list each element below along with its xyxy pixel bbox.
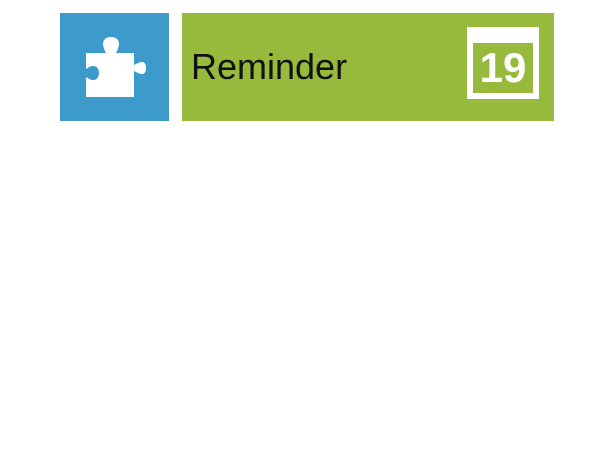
puzzle-piece-icon	[86, 37, 146, 97]
calendar-day-number: 19	[479, 44, 527, 91]
reminder-title: Reminder	[191, 46, 348, 87]
calendar-icon: 19	[467, 27, 539, 99]
reminder-tile[interactable]: Reminder 19	[182, 13, 554, 121]
extension-tile[interactable]	[60, 13, 169, 121]
